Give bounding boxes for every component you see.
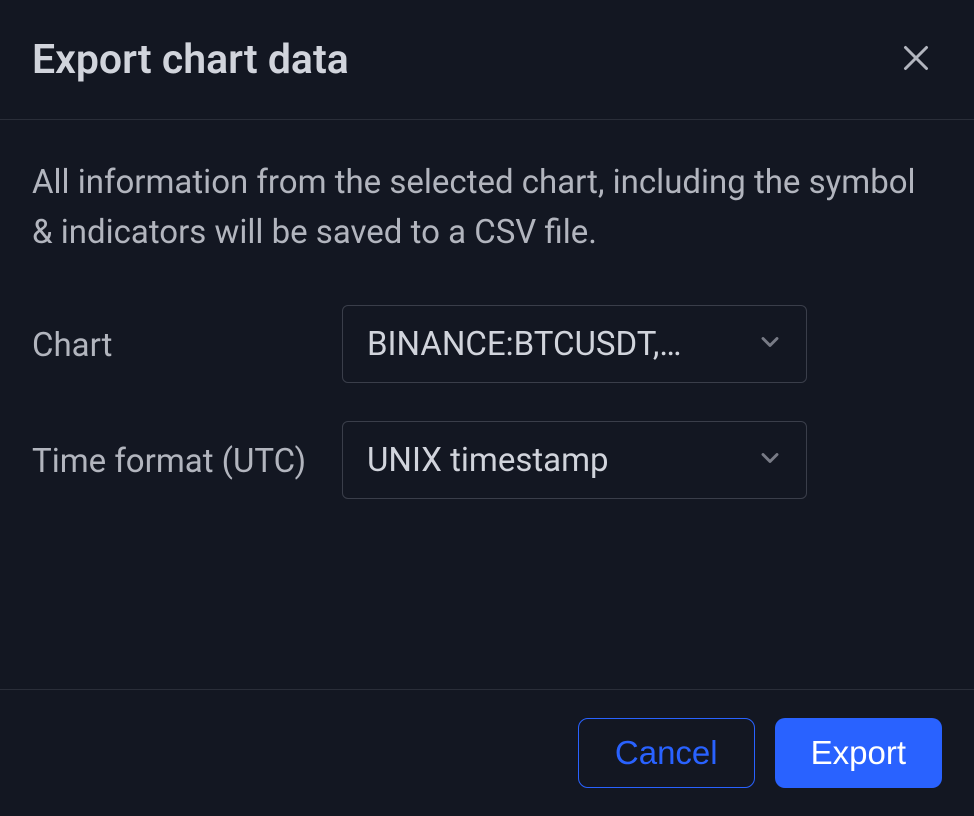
- export-chart-data-dialog: Export chart data All information from t…: [0, 0, 974, 816]
- dialog-footer: Cancel Export: [0, 689, 974, 816]
- close-icon: [898, 40, 934, 79]
- chevron-down-icon: [756, 328, 784, 360]
- time-format-select-value: UNIX timestamp: [367, 441, 609, 480]
- dialog-header: Export chart data: [0, 0, 974, 120]
- time-format-select[interactable]: UNIX timestamp: [342, 421, 807, 499]
- dialog-body: All information from the selected chart,…: [0, 120, 974, 689]
- chart-field-row: Chart BINANCE:BTCUSDT,…: [32, 305, 942, 383]
- time-format-field-label: Time format (UTC): [32, 421, 342, 487]
- dialog-title: Export chart data: [32, 36, 349, 84]
- time-format-field-row: Time format (UTC) UNIX timestamp: [32, 421, 942, 499]
- chart-select-value: BINANCE:BTCUSDT,…: [367, 325, 681, 364]
- close-button[interactable]: [890, 32, 942, 87]
- export-button[interactable]: Export: [775, 718, 942, 788]
- cancel-button[interactable]: Cancel: [578, 718, 755, 788]
- chart-field-label: Chart: [32, 305, 342, 371]
- dialog-description: All information from the selected chart,…: [32, 158, 942, 257]
- chevron-down-icon: [756, 444, 784, 476]
- chart-select[interactable]: BINANCE:BTCUSDT,…: [342, 305, 807, 383]
